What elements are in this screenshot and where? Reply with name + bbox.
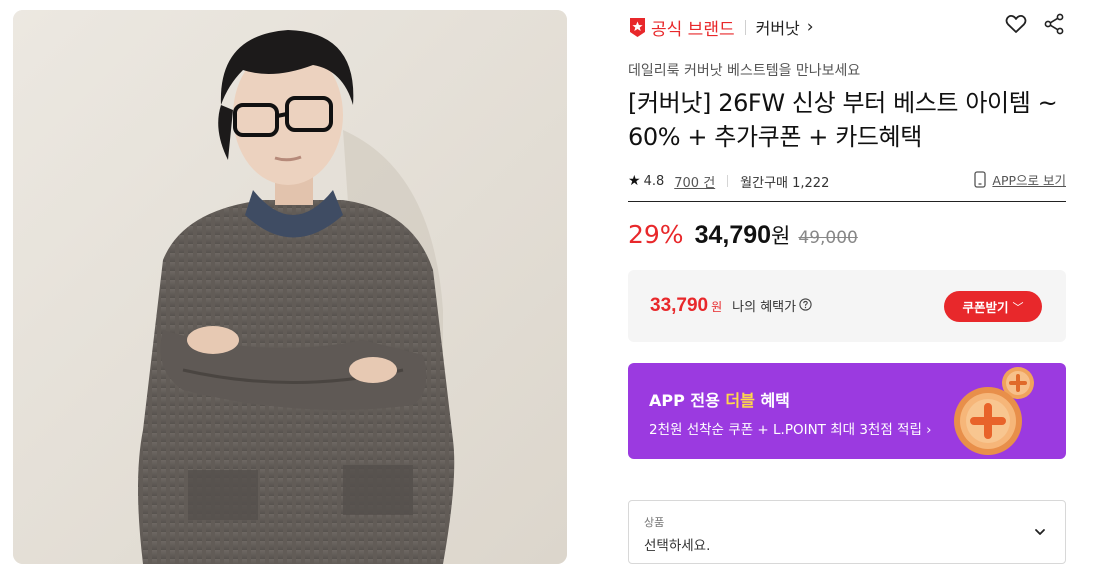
- app-view-link[interactable]: APP으로 보기: [974, 170, 1066, 189]
- original-price: 49,000: [798, 228, 858, 248]
- product-info-panel: 공식 브랜드 커버낫 › 데일리룩 커버낫 베스트템을 만나보세요 [커버낫] …: [628, 0, 1066, 571]
- benefit-price-group: 33,790 원 나의 혜택가: [650, 295, 812, 317]
- app-exclusive-banner[interactable]: APP 전용 더블 혜택 2천원 선착순 쿠폰 + L.POINT 최대 3천점…: [628, 363, 1066, 459]
- app-banner-title-highlight: 더블: [725, 391, 755, 410]
- product-option-select[interactable]: 상품 선택하세요.: [628, 500, 1066, 564]
- brand-name-link[interactable]: 커버낫: [756, 15, 800, 39]
- get-coupon-label: 쿠폰받기: [962, 300, 1009, 315]
- app-view-label: APP으로 보기: [992, 173, 1066, 188]
- option-placeholder: 선택하세요.: [644, 538, 711, 554]
- app-banner-subtitle: 2천원 선착순 쿠폰 + L.POINT 최대 3천점 적립 ›: [649, 422, 932, 438]
- top-actions: [1004, 12, 1066, 36]
- app-banner-title-suffix: 혜택: [754, 391, 790, 410]
- section-divider: [628, 201, 1066, 202]
- star-icon: ★: [628, 173, 641, 189]
- discount-rate: 29%: [628, 220, 684, 249]
- product-image[interactable]: [13, 10, 567, 564]
- official-brand-label[interactable]: 공식 브랜드: [651, 15, 735, 40]
- brand-divider: [744, 19, 746, 35]
- price-row: 29% 34,790 원 49,000: [628, 220, 858, 256]
- monthly-sales: 월간구매 1,222: [740, 175, 830, 191]
- app-banner-title: APP 전용 더블 혜택: [649, 387, 790, 411]
- get-coupon-button[interactable]: 쿠폰받기 ﹀: [944, 291, 1042, 322]
- benefit-price-label: 나의 혜택가: [732, 300, 797, 315]
- option-label: 상품: [644, 516, 665, 529]
- brand-row: 공식 브랜드 커버낫 ›: [628, 14, 814, 40]
- product-meta-row: ★ 4.8 700 건 월간구매 1,222 APP으로 보기: [628, 170, 1066, 192]
- heart-icon[interactable]: [1004, 12, 1028, 36]
- chevron-down-icon: [1033, 524, 1047, 538]
- official-brand-badge-icon: [628, 17, 647, 38]
- sale-price: 34,790: [694, 221, 772, 249]
- product-title: [커버낫] 26FW 신상 부터 베스트 아이템 ~ 60% + 추가쿠폰 + …: [628, 89, 1058, 151]
- share-icon[interactable]: [1042, 12, 1066, 36]
- sale-price-currency: 원: [771, 224, 791, 248]
- product-subtitle: 데일리룩 커버낫 베스트템을 만나보세요: [628, 63, 861, 79]
- mobile-phone-icon: [974, 171, 987, 188]
- app-banner-title-prefix: APP 전용: [649, 391, 726, 410]
- chevron-down-icon: ﹀: [1012, 300, 1024, 314]
- product-photo-illustration: [13, 10, 567, 564]
- benefit-price-currency: 원: [711, 300, 723, 314]
- coin-plus-icon: [952, 363, 1044, 459]
- benefit-price: 33,790: [650, 295, 709, 316]
- meta-divider: [727, 175, 729, 187]
- rating-value: 4.8: [643, 173, 665, 189]
- review-count-link[interactable]: 700 건: [674, 172, 715, 191]
- help-icon[interactable]: [799, 296, 812, 311]
- my-benefit-price-box: 33,790 원 나의 혜택가 쿠폰받기 ﹀: [628, 270, 1066, 342]
- chevron-right-icon[interactable]: ›: [807, 17, 814, 37]
